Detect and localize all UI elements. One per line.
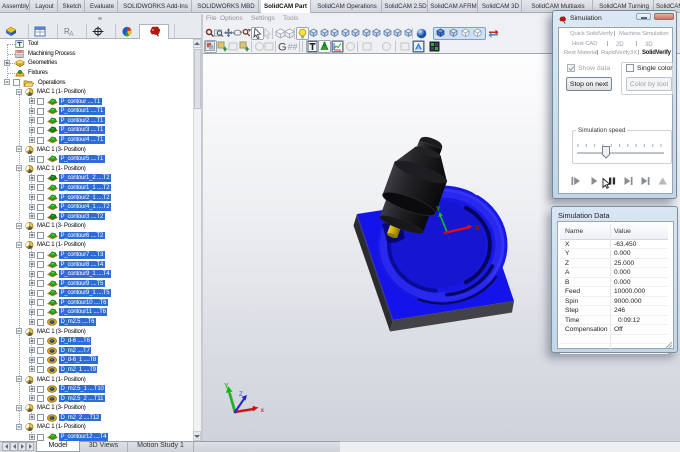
- svg-text:X: X: [475, 225, 480, 232]
- svg-text:Y: Y: [436, 206, 441, 213]
- svg-text:x: x: [261, 407, 265, 414]
- svg-text:A: A: [69, 31, 74, 37]
- svg-text:Z: Z: [239, 392, 243, 398]
- svg-text:G: G: [278, 42, 287, 53]
- svg-text:Y: Y: [224, 383, 229, 390]
- svg-text:##: ##: [288, 42, 298, 52]
